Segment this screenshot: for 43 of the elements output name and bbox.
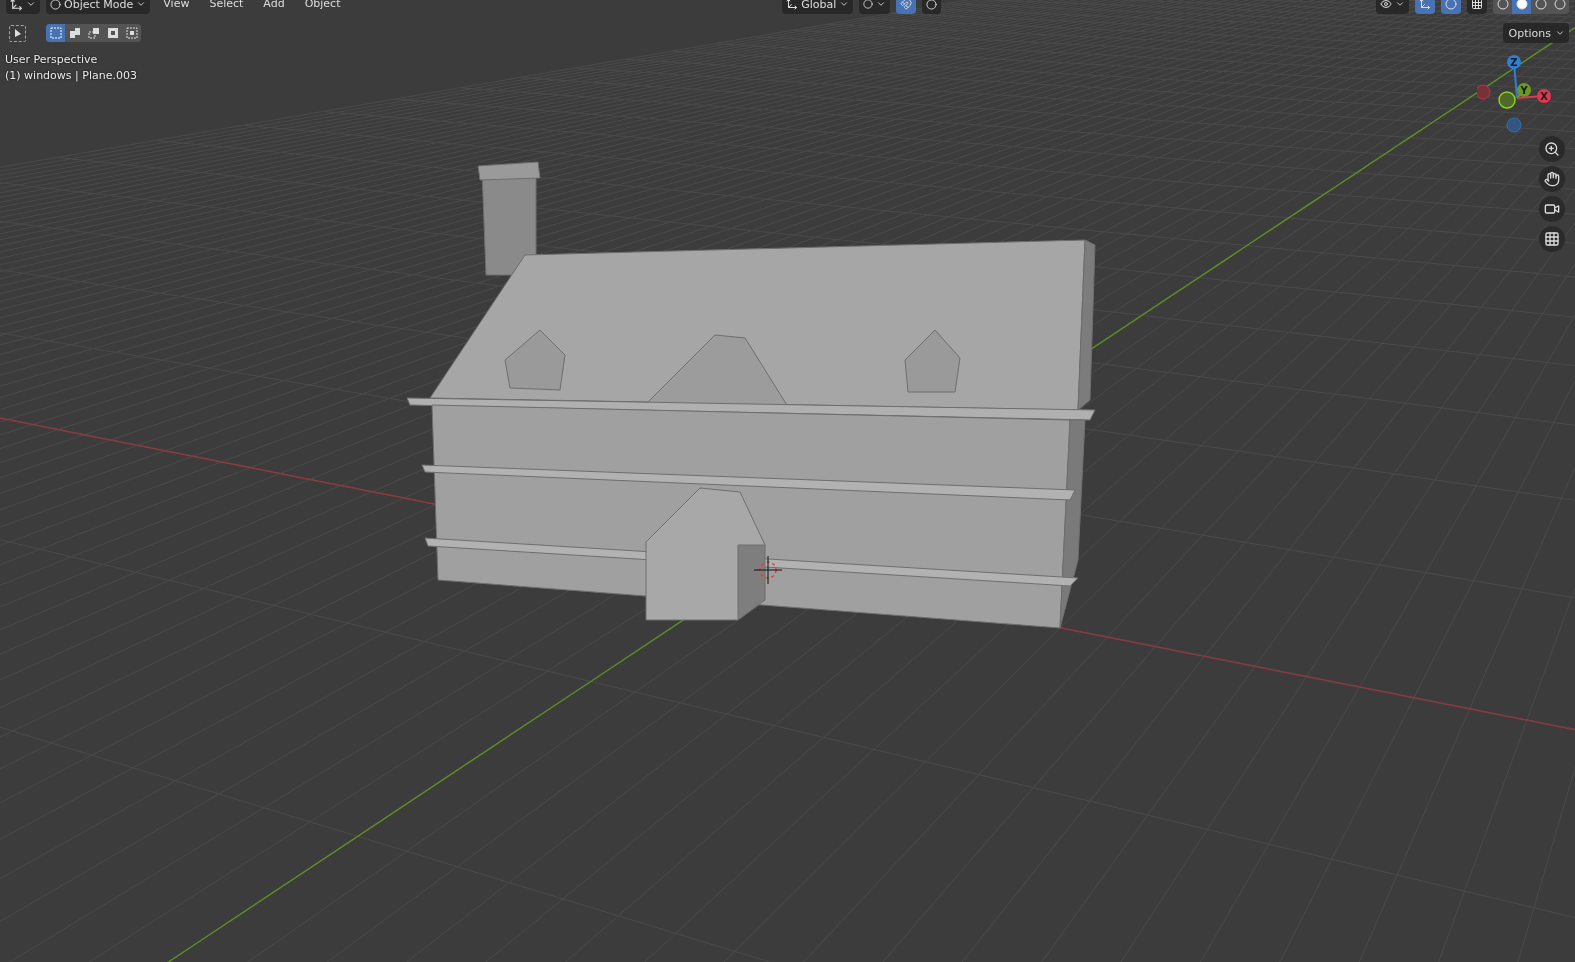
eye-icon [1380, 0, 1392, 10]
selection-mode-icon [68, 27, 81, 39]
visibility-dropdown[interactable] [1376, 0, 1409, 14]
selection-mode-icon [49, 27, 62, 39]
zoom-icon[interactable] [1539, 136, 1565, 162]
chevron-icon [839, 0, 850, 9]
chevron-icon [1395, 0, 1405, 9]
editor-type-button[interactable] [6, 0, 40, 14]
proportional-edit-toggle[interactable] [922, 0, 942, 14]
chevron-icon [136, 0, 147, 9]
negative-axis-handle[interactable] [1498, 91, 1516, 109]
selection-mode-icon [87, 27, 100, 39]
chevron-icon [26, 0, 36, 9]
axis-handle[interactable]: Y [1516, 83, 1531, 99]
mode-dropdown[interactable]: Object Mode [46, 0, 151, 14]
chevron-icon [1555, 28, 1565, 38]
pivot-dropdown[interactable] [859, 0, 891, 14]
orientation-dropdown[interactable]: Global [782, 0, 854, 14]
selection-mode-button[interactable] [46, 24, 65, 42]
overlays-toggle[interactable] [1441, 0, 1461, 14]
axes-icon [10, 0, 23, 11]
navigation-gizmo[interactable]: Z Y X [1477, 52, 1557, 137]
axes-icon [1419, 0, 1431, 10]
gizmo-toggle[interactable] [1415, 0, 1435, 14]
view-name-label: User Perspective [5, 53, 99, 66]
hand-icon[interactable] [1539, 166, 1565, 192]
select-tool-icon[interactable] [9, 24, 26, 42]
camera-icon[interactable] [1539, 196, 1565, 222]
negative-axis-handle[interactable] [1477, 84, 1491, 100]
3d-cursor-icon [753, 555, 783, 585]
axes-icon [786, 0, 799, 10]
chevron-icon [876, 0, 887, 9]
selection-mode-icon [125, 27, 138, 39]
selection-mode-icon [106, 27, 119, 39]
solid-shading-button[interactable] [1512, 0, 1531, 14]
options-dropdown[interactable]: Options [1502, 23, 1569, 43]
snap-toggle[interactable] [896, 0, 917, 14]
grid-icon[interactable] [1539, 226, 1565, 252]
xray-toggle[interactable] [1467, 0, 1487, 14]
grid-icon [1471, 0, 1483, 10]
negative-axis-handle[interactable] [1506, 117, 1522, 133]
object-info-label: (1) windows | Plane.003 [5, 69, 137, 82]
magnet-icon [900, 0, 913, 10]
